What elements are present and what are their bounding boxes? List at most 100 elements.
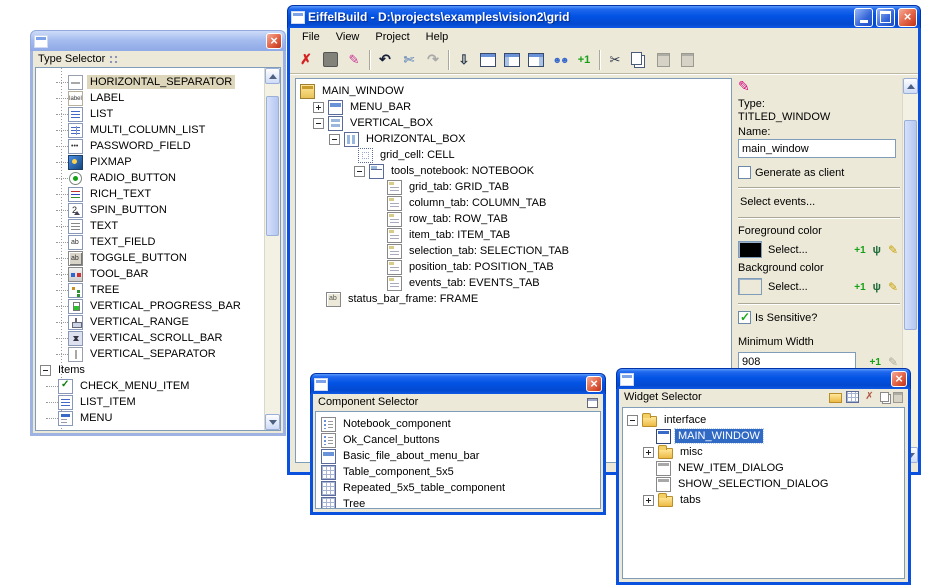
list-item[interactable]: LIST — [36, 106, 280, 122]
list-item[interactable]: Ok_Cancel_buttons — [316, 432, 600, 448]
expand-icon[interactable] — [643, 495, 654, 506]
select-events-button[interactable]: Select events... — [738, 195, 902, 209]
is-sensitive-checkbox[interactable] — [738, 311, 751, 324]
collapse-icon[interactable] — [329, 134, 340, 145]
delete-button[interactable] — [294, 48, 318, 71]
tree-item[interactable]: tabs — [623, 492, 904, 508]
foreground-color-swatch[interactable] — [738, 241, 762, 258]
scroll-up-button[interactable] — [903, 78, 918, 94]
expand-icon[interactable] — [643, 447, 654, 458]
tree-item[interactable]: VERTICAL_BOX — [296, 115, 731, 131]
background-erase-icon[interactable] — [888, 280, 898, 294]
tree-item[interactable]: status_bar_frame: FRAME — [296, 291, 731, 307]
main-titlebar[interactable]: EiffelBuild - D:\projects\examples\visio… — [287, 5, 921, 28]
tree-item[interactable]: events_tab: EVENTS_TAB — [296, 275, 731, 291]
add-widget-icon[interactable] — [846, 391, 859, 403]
cut-button[interactable] — [603, 48, 627, 71]
menu-file[interactable]: File — [294, 29, 328, 45]
new-folder-icon[interactable] — [829, 393, 842, 403]
foreground-erase-icon[interactable] — [888, 243, 898, 257]
save-button[interactable] — [318, 48, 342, 71]
collapse-icon[interactable] — [354, 166, 365, 177]
list-item[interactable]: MULTI_COLUMN_LIST — [36, 122, 280, 138]
list-item[interactable]: PASSWORD_FIELD — [36, 138, 280, 154]
list-item[interactable]: Table_component_5x5 — [316, 464, 600, 480]
foreground-select-button[interactable]: Select... — [768, 244, 808, 256]
generate-as-client-checkbox[interactable] — [738, 166, 751, 179]
scrollbar-thumb[interactable] — [266, 96, 279, 236]
tree-item[interactable]: item_tab: ITEM_TAB — [296, 227, 731, 243]
list-item[interactable]: TEXT_FIELD — [36, 234, 280, 250]
tree-item[interactable]: selection_tab: SELECTION_TAB — [296, 243, 731, 259]
minimize-button[interactable] — [854, 8, 873, 27]
remove-object-button[interactable] — [397, 48, 421, 71]
close-button[interactable] — [891, 371, 907, 387]
collapse-icon[interactable] — [40, 365, 51, 376]
tree-item[interactable]: tools_notebook: NOTEBOOK — [296, 163, 731, 179]
list-item[interactable]: PIXMAP — [36, 154, 280, 170]
type-selector-titlebar[interactable] — [30, 30, 286, 51]
copy-icon[interactable] — [880, 392, 889, 402]
scroll-up-button[interactable] — [265, 68, 280, 84]
tree-item[interactable]: MENU_BAR — [296, 99, 731, 115]
background-pick-icon[interactable] — [873, 281, 881, 293]
list-item[interactable]: TEXT — [36, 218, 280, 234]
close-button[interactable] — [898, 8, 917, 27]
tree-item[interactable]: position_tab: POSITION_TAB — [296, 259, 731, 275]
tree-item[interactable]: grid_tab: GRID_TAB — [296, 179, 731, 195]
list-item[interactable]: Basic_file_about_menu_bar — [316, 448, 600, 464]
remove-widget-icon[interactable] — [863, 391, 876, 403]
undo-button[interactable] — [373, 48, 397, 71]
tree-item[interactable]: misc — [623, 444, 904, 460]
tree-group[interactable]: Items — [36, 362, 280, 378]
list-item[interactable]: VERTICAL_SEPARATOR — [36, 346, 280, 362]
tree-item[interactable]: row_tab: ROW_TAB — [296, 211, 731, 227]
tree-item[interactable]: SHOW_SELECTION_DIALOG — [623, 476, 904, 492]
background-color-swatch[interactable] — [738, 278, 762, 295]
list-item[interactable]: RICH_TEXT — [36, 186, 280, 202]
redo-button[interactable] — [421, 48, 445, 71]
list-item[interactable]: LABEL — [36, 90, 280, 106]
scroll-down-button[interactable] — [265, 414, 280, 430]
window-layout-button-3[interactable] — [524, 48, 548, 71]
collapse-icon[interactable] — [313, 118, 324, 129]
list-item[interactable]: LIST_ITEM — [36, 394, 280, 410]
list-item[interactable]: TOGGLE_BUTTON — [36, 250, 280, 266]
close-button[interactable] — [266, 33, 282, 49]
type-list-scrollbar[interactable] — [264, 68, 280, 430]
paste-special-button[interactable] — [675, 48, 699, 71]
expand-icon[interactable] — [313, 102, 324, 113]
window-layout-button-1[interactable] — [476, 48, 500, 71]
copy-button[interactable] — [627, 48, 651, 71]
tree-item[interactable]: grid_cell: CELL — [296, 147, 731, 163]
maximize-button[interactable] — [876, 8, 895, 27]
background-select-button[interactable]: Select... — [768, 281, 808, 293]
list-item[interactable]: Tree — [316, 496, 600, 509]
generate-code-button[interactable] — [452, 48, 476, 71]
paste-icon[interactable] — [893, 392, 903, 403]
list-item[interactable]: RADIO_BUTTON — [36, 170, 280, 186]
list-item[interactable]: VERTICAL_PROGRESS_BAR — [36, 298, 280, 314]
close-button[interactable] — [586, 376, 602, 392]
tree-item[interactable]: NEW_ITEM_DIALOG — [623, 460, 904, 476]
minimum-width-add-icon[interactable] — [870, 356, 881, 368]
list-item[interactable]: MENU — [36, 410, 280, 426]
window-layout-button-2[interactable] — [500, 48, 524, 71]
list-item[interactable]: TOOL_BAR — [36, 266, 280, 282]
list-item[interactable]: VERTICAL_SCROLL_BAR — [36, 330, 280, 346]
modify-button[interactable] — [342, 48, 366, 71]
tree-item[interactable]: MAIN_WINDOW — [296, 83, 731, 99]
minimum-width-erase-icon[interactable] — [888, 355, 898, 369]
list-item[interactable]: CHECK_MENU_ITEM — [36, 378, 280, 394]
foreground-add-icon[interactable] — [854, 244, 865, 256]
collapse-icon[interactable] — [627, 415, 638, 426]
list-item[interactable]: Repeated_5x5_table_component — [316, 480, 600, 496]
widget-selector-titlebar[interactable] — [616, 368, 911, 389]
list-item[interactable]: SPIN_BUTTON — [36, 202, 280, 218]
menu-help[interactable]: Help — [418, 29, 457, 45]
menu-project[interactable]: Project — [367, 29, 417, 45]
list-item[interactable]: HORIZONTAL_SEPARATOR — [36, 74, 280, 90]
list-item[interactable]: VERTICAL_RANGE — [36, 314, 280, 330]
tree-item[interactable]: column_tab: COLUMN_TAB — [296, 195, 731, 211]
foreground-pick-icon[interactable] — [873, 244, 881, 256]
